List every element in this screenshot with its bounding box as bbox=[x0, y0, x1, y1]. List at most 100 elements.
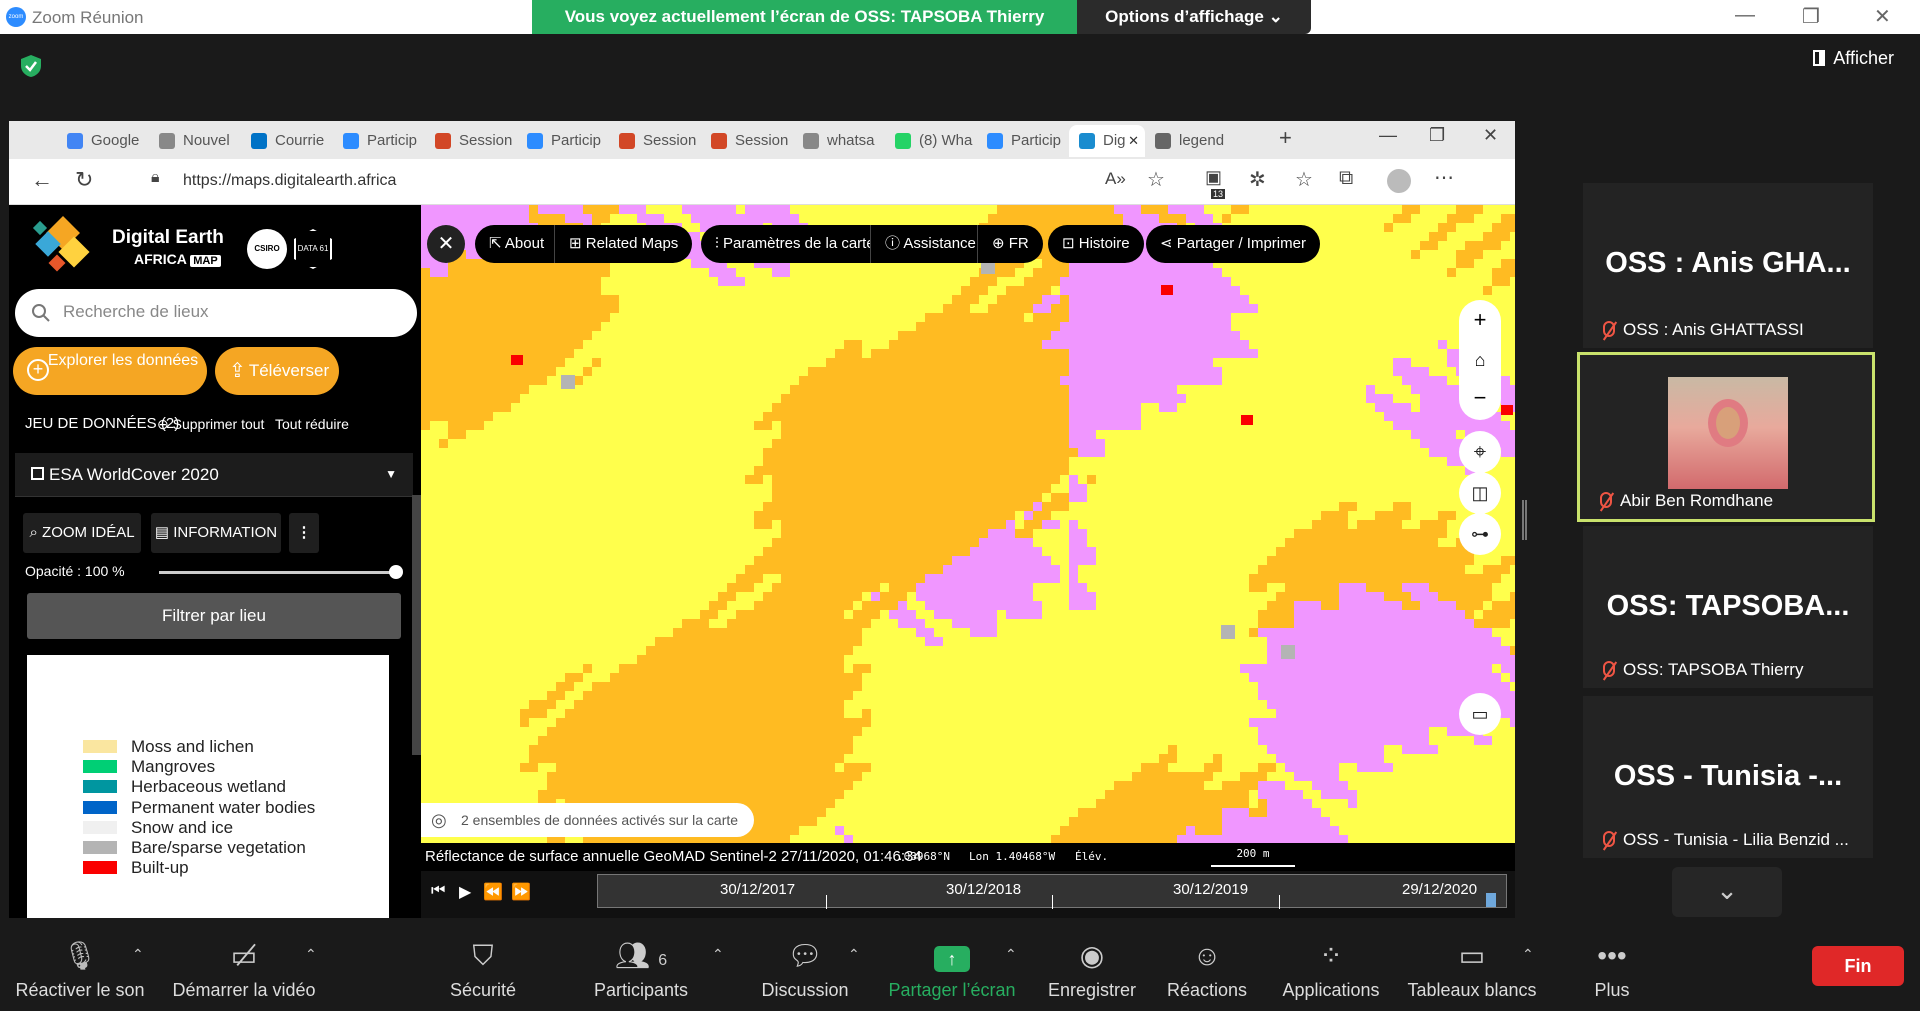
participant-tile[interactable]: OSS: TAPSOBA... OSS: TAPSOBA Thierry bbox=[1583, 526, 1873, 688]
browser-tab[interactable]: Session bbox=[609, 125, 701, 157]
zoom-in-icon[interactable]: + bbox=[1459, 300, 1501, 340]
browser-tab[interactable]: Dig ✕ bbox=[1069, 125, 1145, 157]
dataset-checkbox[interactable] bbox=[31, 467, 44, 480]
zoom-ideal-button[interactable]: ⌕ ZOOM IDÉAL bbox=[23, 513, 141, 553]
step-forward-icon[interactable]: ⏩ bbox=[511, 882, 531, 902]
view-options-button[interactable]: Options d’affichage ⌄ bbox=[1077, 0, 1311, 34]
participant-tile-active[interactable]: Abir Ben Romdhane bbox=[1577, 352, 1875, 522]
more-button[interactable]: ••• Plus bbox=[1590, 936, 1634, 1001]
browser-tab[interactable]: Particip bbox=[977, 125, 1069, 157]
raster-cell bbox=[439, 385, 448, 394]
profile-avatar[interactable] bbox=[1387, 169, 1411, 193]
raster-cell bbox=[1123, 277, 1132, 286]
read-aloud-icon[interactable]: A» bbox=[1105, 169, 1126, 189]
browser-close-icon[interactable]: ✕ bbox=[1483, 125, 1498, 146]
security-button[interactable]: ⛉ Sécurité bbox=[438, 936, 528, 1001]
record-button[interactable]: ◉ Enregistrer bbox=[1040, 936, 1144, 1001]
whiteboard-options-icon[interactable]: ⌃ bbox=[1522, 946, 1534, 963]
participant-tile[interactable]: OSS - Tunisia -... OSS - Tunisia - Lilia… bbox=[1583, 696, 1873, 858]
collapse-all-button[interactable]: Tout réduire bbox=[275, 416, 349, 432]
language-button[interactable]: ⊕ FR bbox=[977, 225, 1043, 263]
map-settings-button[interactable]: ⫶ Paramètres de la carte bbox=[701, 225, 889, 263]
map-canvas[interactable]: ✕ ⇱ About ⊞ Related Maps ⫶ Paramètres de… bbox=[421, 205, 1515, 843]
participant-tile[interactable]: OSS : Anis GHA... OSS : Anis GHATTASSI bbox=[1583, 183, 1873, 348]
share-options-icon[interactable]: ⌃ bbox=[1005, 946, 1017, 963]
remove-all-button[interactable]: ⊖ Supprimer tout bbox=[157, 416, 264, 433]
shield-icon[interactable] bbox=[20, 54, 42, 78]
puzzle-icon[interactable]: ✲ bbox=[1249, 167, 1266, 192]
share-screen-button[interactable]: ↑ Partager l’écran bbox=[882, 936, 1022, 1001]
browser-tab[interactable]: Particip bbox=[333, 125, 425, 157]
favorites-icon[interactable]: ☆ bbox=[1295, 167, 1313, 192]
resize-handle[interactable] bbox=[1522, 500, 1527, 540]
participants-options-icon[interactable]: ⌃ bbox=[712, 946, 724, 963]
browser-minimize-icon[interactable]: — bbox=[1379, 125, 1397, 146]
more-options-icon[interactable]: ⋮ bbox=[289, 513, 319, 553]
browser-tab[interactable]: Courrie bbox=[241, 125, 333, 157]
raster-cell bbox=[565, 277, 574, 286]
minimize-button[interactable]: — bbox=[1735, 4, 1755, 27]
information-button[interactable]: ▤ INFORMATION bbox=[151, 513, 281, 553]
back-icon[interactable]: ← bbox=[31, 167, 53, 193]
place-search-input[interactable]: Recherche de lieux bbox=[15, 289, 417, 337]
extension-icon[interactable]: ▣ bbox=[1205, 167, 1222, 188]
timeline-track[interactable]: 30/12/2017 30/12/2018 30/12/2019 29/12/2… bbox=[597, 874, 1507, 909]
end-meeting-button[interactable]: Fin bbox=[1812, 946, 1904, 986]
close-panel-icon[interactable]: ✕ bbox=[427, 225, 465, 263]
whiteboards-button[interactable]: ▭ Tableaux blancs bbox=[1406, 936, 1538, 1001]
url-field[interactable]: https://maps.digitalearth.africa bbox=[183, 172, 396, 190]
menu-icon[interactable]: ⋯ bbox=[1434, 165, 1454, 190]
apps-button[interactable]: ⁘ Applications bbox=[1278, 936, 1384, 1001]
opacity-slider-handle[interactable] bbox=[389, 565, 403, 579]
browser-tab[interactable]: Session bbox=[701, 125, 793, 157]
new-tab-icon[interactable]: + bbox=[1279, 125, 1292, 151]
browser-tab[interactable]: whatsa bbox=[793, 125, 885, 157]
browser-tab[interactable]: Google bbox=[57, 125, 149, 157]
explore-data-button[interactable]: + Explorer les données bbox=[13, 347, 207, 395]
collections-icon[interactable]: ⧉ bbox=[1339, 167, 1353, 190]
opacity-slider-track[interactable] bbox=[159, 571, 395, 574]
scroll-down-icon[interactable]: ⌄ bbox=[1672, 867, 1782, 917]
close-button[interactable]: ✕ bbox=[1874, 4, 1891, 29]
favorite-add-icon[interactable]: ☆ bbox=[1147, 167, 1165, 192]
browser-restore-icon[interactable]: ❐ bbox=[1429, 125, 1445, 146]
browser-tab[interactable]: (8) Wha bbox=[885, 125, 977, 157]
audio-options-icon[interactable]: ⌃ bbox=[132, 946, 144, 963]
browser-tab[interactable]: legend bbox=[1145, 125, 1237, 157]
restore-button[interactable]: ❐ bbox=[1802, 4, 1820, 29]
participants-button[interactable]: 👥︎ 6 Participants bbox=[586, 936, 696, 1001]
tab-close-icon[interactable]: ✕ bbox=[1128, 125, 1139, 157]
feedback-icon[interactable]: ▭ bbox=[1459, 693, 1501, 735]
view-button[interactable]: Afficher bbox=[1813, 48, 1894, 69]
locate-icon[interactable]: ⌖ bbox=[1459, 431, 1501, 473]
about-button[interactable]: ⇱ About bbox=[475, 225, 555, 263]
chat-options-icon[interactable]: ⌃ bbox=[848, 946, 860, 963]
browser-tab[interactable]: Particip bbox=[517, 125, 609, 157]
video-options-icon[interactable]: ⌃ bbox=[305, 946, 317, 963]
lock-icon[interactable]: 🔒︎ bbox=[151, 169, 160, 187]
measure-icon[interactable]: ⊶ bbox=[1459, 513, 1501, 555]
reload-icon[interactable]: ↻ bbox=[75, 167, 93, 193]
home-icon[interactable]: ⌂ bbox=[1459, 340, 1501, 380]
timeline-handle[interactable] bbox=[1486, 893, 1496, 907]
browser-tab[interactable]: Nouvel bbox=[149, 125, 241, 157]
reactions-button[interactable]: ☺ Réactions bbox=[1164, 936, 1250, 1001]
raster-cell bbox=[871, 610, 880, 619]
chevron-down-icon[interactable]: ▼ bbox=[385, 467, 397, 481]
filter-by-place-button[interactable]: Filtrer par lieu bbox=[27, 593, 401, 639]
split-view-icon[interactable]: ◫ bbox=[1459, 472, 1501, 514]
share-print-button[interactable]: ⋖ Partager / Imprimer bbox=[1146, 225, 1320, 263]
panel-scrollbar[interactable] bbox=[412, 495, 421, 755]
skip-start-icon[interactable]: ⏮ bbox=[431, 882, 445, 900]
unmute-button[interactable]: 🎙︎ Réactiver le son bbox=[14, 936, 146, 1001]
chat-button[interactable]: 💬︎ Discussion bbox=[758, 936, 852, 1001]
upload-button[interactable]: ⇪ Téléverser bbox=[215, 347, 339, 395]
browser-tab[interactable]: Session bbox=[425, 125, 517, 157]
step-back-icon[interactable]: ⏪ bbox=[483, 882, 503, 902]
assistance-button[interactable]: ⓘ Assistance bbox=[870, 225, 990, 263]
zoom-out-icon[interactable]: − bbox=[1459, 380, 1501, 420]
story-button[interactable]: ⊡ Histoire bbox=[1048, 225, 1144, 263]
related-maps-button[interactable]: ⊞ Related Maps bbox=[554, 225, 693, 263]
play-icon[interactable]: ▶ bbox=[459, 882, 471, 902]
start-video-button[interactable]: ▭̸ Démarrer la vidéo bbox=[168, 936, 320, 1001]
